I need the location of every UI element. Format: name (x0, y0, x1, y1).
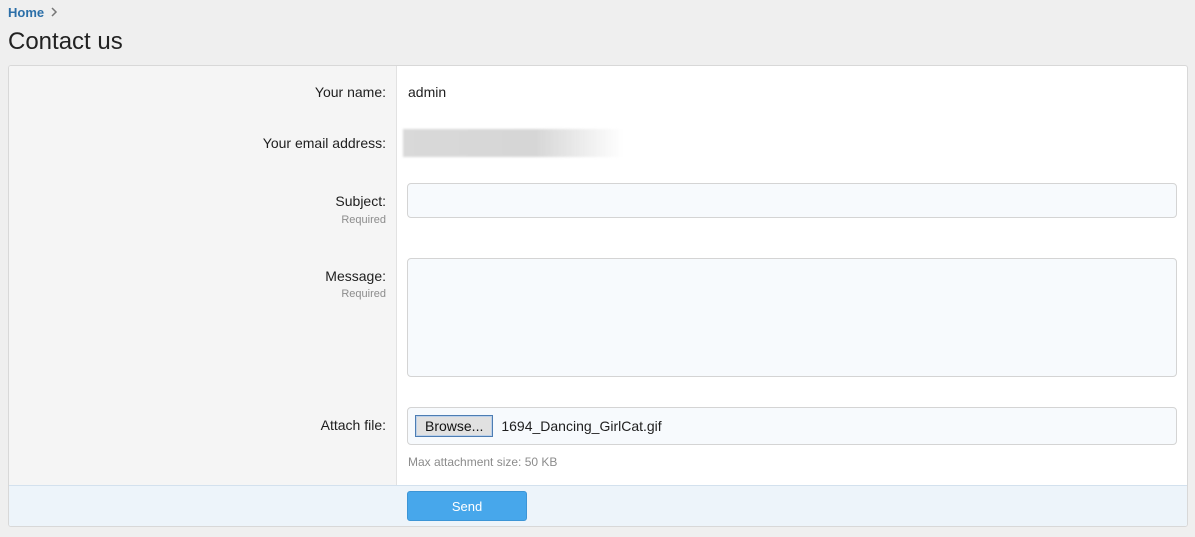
chevron-right-icon (50, 6, 59, 18)
breadcrumb: Home (8, 4, 59, 20)
email-label: Your email address: (262, 135, 386, 151)
selected-file-name: 1694_Dancing_GirlCat.gif (501, 418, 662, 434)
name-value: admin (408, 84, 447, 100)
message-textarea[interactable] (407, 258, 1177, 377)
subject-label: Subject: (335, 193, 386, 209)
subject-required-hint: Required (341, 214, 386, 226)
file-input[interactable]: Browse... 1694_Dancing_GirlCat.gif (407, 407, 1177, 445)
contact-form: Your name: admin Your email address: Sub… (8, 65, 1188, 527)
breadcrumb-home-link[interactable]: Home (8, 5, 44, 20)
message-label: Message: (325, 268, 386, 284)
attachment-size-hint: Max attachment size: 50 KB (408, 455, 558, 469)
contact-page: Home Contact us Your name: admin Your em… (0, 0, 1195, 537)
browse-button[interactable]: Browse... (415, 415, 494, 437)
name-label: Your name: (314, 84, 386, 100)
attach-file-label: Attach file: (320, 417, 386, 433)
subject-input[interactable] (407, 183, 1177, 218)
form-submit-row: Send (9, 485, 1187, 526)
email-value-redacted (403, 129, 623, 157)
send-button[interactable]: Send (407, 491, 527, 521)
page-title: Contact us (8, 28, 123, 55)
message-required-hint: Required (341, 288, 386, 300)
